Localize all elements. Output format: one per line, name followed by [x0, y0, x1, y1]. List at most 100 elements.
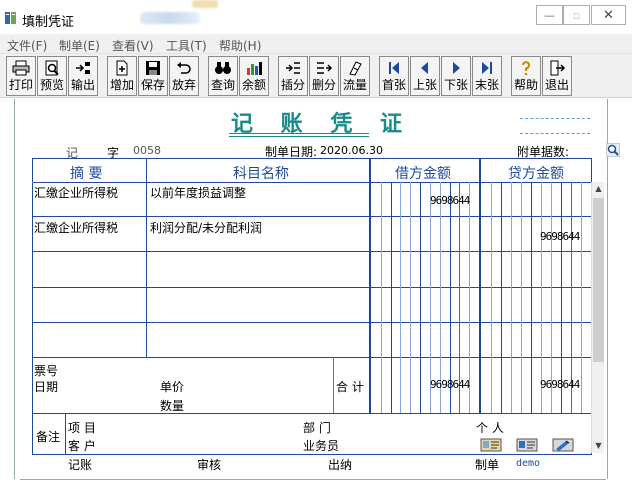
exit-icon: [550, 60, 566, 76]
grid-line: [146, 158, 147, 357]
salesperson-label: 业务员: [303, 439, 340, 453]
add-button[interactable]: 增加: [107, 56, 137, 96]
close-button[interactable]: ✕: [591, 5, 626, 25]
first-icon: [389, 62, 399, 74]
balance-chart-icon: [247, 62, 262, 75]
column-header-credit: 贷方金额: [508, 166, 564, 182]
digit-column-line: [381, 182, 382, 413]
entry-summary[interactable]: 汇缴企业所得税: [34, 219, 118, 236]
project-label: 项 目: [68, 421, 96, 435]
digit-column-line: [410, 182, 411, 413]
column-header-account: 科目名称: [233, 166, 289, 182]
print-button[interactable]: 打印: [6, 56, 36, 96]
export-button[interactable]: 输出: [68, 56, 98, 96]
scroll-up-arrow[interactable]: ▲: [592, 182, 605, 195]
auditor-label: 审核: [197, 458, 222, 472]
department-label: 部 门: [303, 421, 331, 435]
grid-line: [333, 357, 334, 413]
scroll-thumb[interactable]: [593, 198, 604, 362]
digit-column-line: [400, 182, 401, 413]
delete-entry-button[interactable]: 删分: [309, 56, 339, 96]
total-credit-amount: 9698644: [540, 378, 580, 391]
unit-price-label: 单价: [160, 380, 185, 394]
entry-summary[interactable]: 汇缴企业所得税: [34, 184, 118, 201]
blurred-icon: [192, 0, 218, 8]
discard-button[interactable]: 放弃: [169, 56, 199, 96]
voucher-number[interactable]: 0058: [133, 144, 161, 157]
date-field-label: 日期: [34, 380, 59, 394]
insert-row-icon: [286, 62, 300, 74]
menu-tools[interactable]: 工具(T): [166, 37, 207, 54]
balance-button[interactable]: 余额: [239, 56, 269, 96]
digit-column-line: [521, 182, 522, 413]
help-icon: [521, 61, 531, 76]
toolbar: 打印 预览 输出 增加 保存 放弃 查询 余额 插分 删分 流量 首张 上张 下…: [0, 54, 632, 98]
entry-credit-amount[interactable]: 9698644: [540, 230, 580, 243]
vertical-scrollbar[interactable]: ▲ ▼: [591, 182, 604, 453]
grid-line: [32, 413, 592, 414]
grid-line: [369, 158, 371, 413]
menu-bar: 文件(F) 制单(E) 查看(V) 工具(T) 帮助(H): [0, 34, 632, 54]
menu-help[interactable]: 帮助(H): [219, 37, 261, 54]
exit-button[interactable]: 退出: [542, 56, 572, 96]
title-underline: [229, 133, 369, 134]
person-card-icon[interactable]: [480, 438, 502, 452]
person-label: 个 人: [476, 421, 504, 435]
blurred-title-region: [140, 12, 200, 24]
search-icon[interactable]: [606, 143, 620, 157]
grid-line: [479, 158, 481, 413]
last-icon: [482, 62, 492, 74]
printer-icon: [12, 60, 30, 76]
next-voucher-button[interactable]: 下张: [441, 56, 471, 96]
save-button[interactable]: 保存: [138, 56, 168, 96]
title-underline: [229, 136, 369, 137]
grid-line: [32, 251, 592, 252]
maximize-button[interactable]: ▫: [563, 5, 590, 25]
insert-entry-button[interactable]: 插分: [278, 56, 308, 96]
scroll-down-arrow[interactable]: ▼: [592, 439, 605, 452]
total-label: 合 计: [336, 380, 364, 394]
cashier-label: 出纳: [328, 458, 353, 472]
query-button[interactable]: 查询: [208, 56, 238, 96]
window-title: 填制凭证: [22, 15, 75, 30]
column-header-debit: 借方金额: [395, 166, 451, 182]
preview-button[interactable]: 预览: [37, 56, 67, 96]
grid-line: [32, 216, 592, 217]
bookkeeper-label: 记账: [68, 458, 93, 472]
total-debit-amount: 9698644: [430, 378, 470, 391]
voucher-date[interactable]: 2020.06.30: [320, 144, 383, 157]
menu-view[interactable]: 查看(V): [112, 37, 154, 54]
menu-voucher[interactable]: 制单(E): [59, 37, 100, 54]
cash-flow-button[interactable]: 流量: [340, 56, 370, 96]
grid-line: [32, 357, 592, 358]
entry-account[interactable]: 以前年度损益调整: [150, 184, 246, 201]
binoculars-icon: [215, 62, 231, 74]
grid-line: [65, 413, 66, 455]
maker-name: demo: [516, 458, 541, 469]
help-button[interactable]: 帮助: [511, 56, 541, 96]
next-icon: [453, 62, 460, 74]
column-header-summary: 摘 要: [70, 166, 103, 182]
last-voucher-button[interactable]: 末张: [472, 56, 502, 96]
export-icon: [76, 62, 90, 74]
preview-icon: [45, 60, 59, 76]
menu-file[interactable]: 文件(F): [7, 37, 47, 54]
bill-number-label: 票号: [34, 364, 59, 378]
first-voucher-button[interactable]: 首张: [379, 56, 409, 96]
entry-debit-amount[interactable]: 9698644: [430, 194, 470, 207]
dashed-line: [520, 118, 590, 119]
edit-card-icon[interactable]: [552, 438, 574, 452]
maker-label: 制单: [475, 458, 500, 472]
add-icon: [116, 60, 128, 76]
grid-line: [32, 322, 592, 323]
quantity-label: 数量: [160, 399, 185, 413]
minimize-button[interactable]: —: [536, 5, 563, 25]
undo-icon: [177, 62, 191, 74]
digit-column-line: [420, 182, 421, 413]
digit-column-line: [501, 182, 502, 413]
entry-account[interactable]: 利润分配/未分配利润: [150, 219, 262, 236]
digit-column-line: [581, 182, 582, 413]
previous-voucher-button[interactable]: 上张: [410, 56, 440, 96]
customer-card-icon[interactable]: [516, 438, 538, 452]
title-bar: 填制凭证 — ▫ ✕: [0, 0, 632, 34]
